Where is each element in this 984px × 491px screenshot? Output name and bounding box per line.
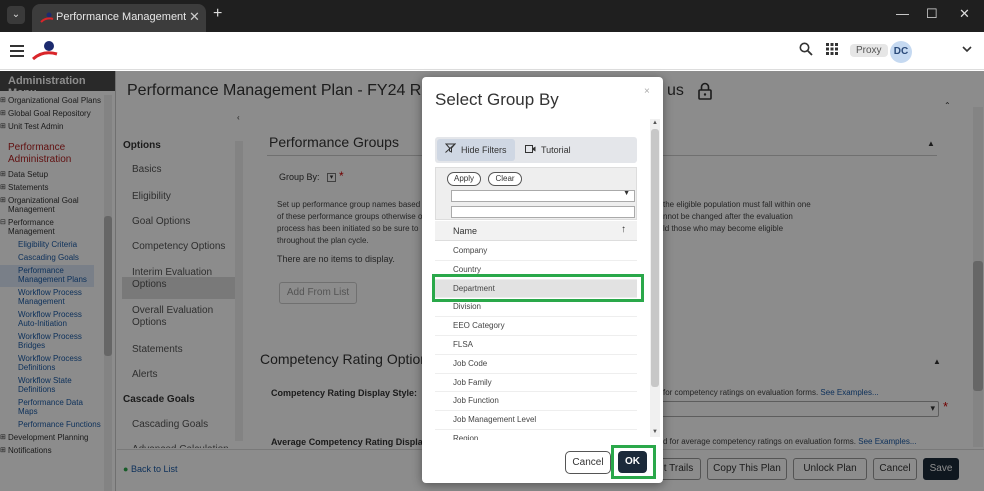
list-item-label: Country xyxy=(453,264,482,274)
list-item-label: Region xyxy=(453,433,479,440)
filter-off-icon xyxy=(444,139,457,161)
close-window-button[interactable]: ✕ xyxy=(959,6,970,22)
scroll-up-arrow-icon[interactable]: ▲ xyxy=(652,120,658,126)
tab-close-icon[interactable]: ✕ xyxy=(189,9,200,25)
hide-filters-button[interactable]: Hide Filters xyxy=(437,139,515,161)
list-item-label: EEO Category xyxy=(453,321,505,331)
proxy-button[interactable]: Proxy xyxy=(850,44,888,57)
filter-area: Apply Clear ▼ xyxy=(435,167,637,220)
list-item[interactable]: Job Function xyxy=(435,392,637,412)
list-item[interactable]: Job Code xyxy=(435,355,637,374)
apps-grid-icon[interactable] xyxy=(826,43,838,58)
list-item[interactable]: FLSA xyxy=(435,336,637,355)
list-item-label: Division xyxy=(453,302,482,312)
dialog-toolbar: Hide Filters Tutorial xyxy=(435,137,637,163)
column-header-name[interactable]: Name xyxy=(453,226,477,236)
hide-filters-label: Hide Filters xyxy=(461,145,507,155)
list-item-label: Job Code xyxy=(453,358,488,368)
dialog-scrollbar-thumb[interactable] xyxy=(651,129,659,387)
browser-tab[interactable]: Performance Management Plan ✕ xyxy=(32,4,206,32)
list-item[interactable]: Job Family xyxy=(435,374,637,393)
list-item[interactable]: Region xyxy=(435,430,637,440)
dialog-title: Select Group By xyxy=(435,90,559,109)
search-icon[interactable] xyxy=(799,42,813,59)
site-favicon xyxy=(40,12,54,23)
scroll-down-arrow-icon[interactable]: ▼ xyxy=(652,429,658,435)
list-item[interactable]: Job Management Level xyxy=(435,411,637,430)
browser-tab-bar: ⌄ Performance Management Plan ✕ + — ☐ ✕ xyxy=(0,0,984,32)
list-item-label: Job Management Level xyxy=(453,415,537,425)
filter-operator-select[interactable]: ▼ xyxy=(451,190,635,202)
sort-ascending-icon[interactable]: ↑ xyxy=(621,224,626,235)
tab-search-button[interactable]: ⌄ xyxy=(7,6,25,24)
apply-filter-button[interactable]: Apply xyxy=(447,172,481,186)
list-item-label: Job Family xyxy=(453,377,492,387)
chevron-down-icon[interactable] xyxy=(962,42,972,56)
avatar[interactable]: DC xyxy=(890,41,912,63)
close-icon[interactable]: × xyxy=(644,86,650,97)
list-item[interactable]: Company xyxy=(435,242,637,261)
grid-header: Name ↑ xyxy=(435,221,637,241)
list-item-label: Company xyxy=(453,246,488,255)
video-icon xyxy=(525,139,536,161)
new-tab-button[interactable]: + xyxy=(213,5,222,23)
department-highlight-box xyxy=(432,274,644,302)
chevron-down-icon: ▼ xyxy=(623,190,630,197)
hamburger-menu-icon[interactable] xyxy=(10,45,24,57)
dialog-ok-button[interactable]: OK xyxy=(618,451,647,473)
clear-filter-button[interactable]: Clear xyxy=(488,172,522,186)
app-header: Proxy DC xyxy=(0,32,984,70)
tab-title: Performance Management Plan xyxy=(56,11,186,23)
company-logo[interactable] xyxy=(32,40,58,62)
group-by-list: Company Country Department Division EEO Cate… xyxy=(435,242,637,440)
maximize-button[interactable]: ☐ xyxy=(926,6,938,22)
list-item-label: FLSA xyxy=(453,339,474,349)
filter-value-input[interactable] xyxy=(451,206,635,218)
list-item-label: Job Function xyxy=(453,396,499,406)
minimize-button[interactable]: — xyxy=(896,6,909,21)
tutorial-label: Tutorial xyxy=(541,145,571,155)
list-item[interactable]: EEO Category xyxy=(435,317,637,336)
dialog-cancel-button[interactable]: Cancel xyxy=(565,451,611,474)
